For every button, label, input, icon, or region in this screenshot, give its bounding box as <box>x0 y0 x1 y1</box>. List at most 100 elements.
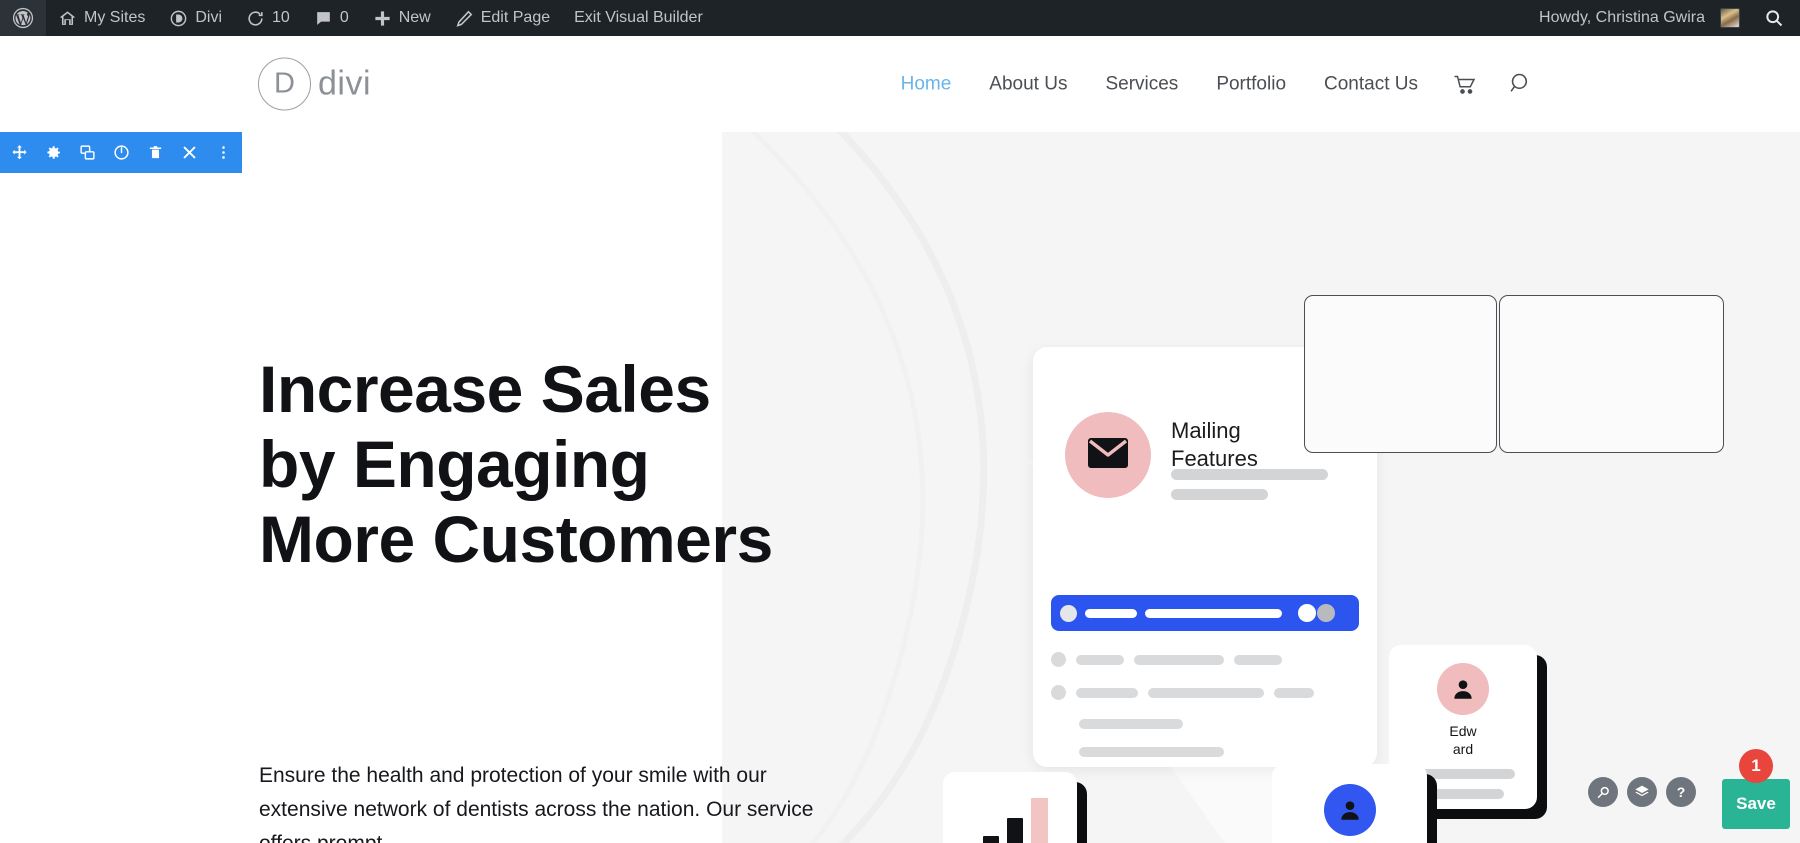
page-canvas: Mailing Features Edw ard Increase Sales … <box>0 132 1800 843</box>
row-segment <box>1079 719 1183 729</box>
divi-icon <box>169 9 188 28</box>
envelope-icon <box>1088 437 1128 473</box>
skeleton-line <box>1171 469 1328 480</box>
person-name: Edw ard <box>1389 723 1537 758</box>
nav-item-home[interactable]: Home <box>882 73 971 95</box>
howdy-label: Howdy, Christina Gwira <box>1539 9 1705 26</box>
nav-item-portfolio[interactable]: Portfolio <box>1197 73 1305 95</box>
adminbar-item-updates[interactable]: 10 <box>234 0 302 36</box>
chart-bar <box>1031 798 1048 843</box>
person-avatar <box>1437 663 1489 715</box>
adminbar-item-exit-visual-builder[interactable]: Exit Visual Builder <box>562 0 715 36</box>
power-icon <box>113 145 129 160</box>
duplicate-button[interactable] <box>70 132 104 173</box>
row-segment <box>1234 654 1282 665</box>
empty-module-placeholder[interactable] <box>1304 295 1497 453</box>
updates-icon <box>246 9 265 28</box>
layers-view-button[interactable] <box>1627 777 1657 807</box>
unsaved-changes-badge: 1 <box>1739 749 1773 783</box>
adminbar-label: Edit Page <box>480 9 551 26</box>
adminbar-item-comments[interactable]: 0 <box>302 0 361 36</box>
person-icon <box>1454 680 1472 699</box>
page-title: Increase Sales by Engaging More Customer… <box>259 352 879 578</box>
adminbar-label: My Sites <box>84 9 146 26</box>
person-name-line2: ard <box>1452 740 1474 757</box>
search-icon[interactable] <box>1493 72 1550 97</box>
adminbar-item-edit-page[interactable]: Edit Page <box>443 0 562 36</box>
list-row <box>1051 685 1314 700</box>
chart-bar <box>1007 818 1023 843</box>
page-subtitle: Ensure the health and protection of your… <box>259 764 814 843</box>
site-header: D divi Home About Us Services Portfolio … <box>0 36 1800 132</box>
adminbar-search-button[interactable] <box>1752 0 1800 36</box>
adminbar-label: 0 <box>339 9 349 26</box>
adminbar-item-new[interactable]: New <box>361 0 443 36</box>
avatar <box>1720 8 1740 28</box>
bar-chart <box>959 798 1048 843</box>
bar-chart-card <box>943 772 1077 843</box>
section-selection-toolbar <box>0 132 242 173</box>
close-button[interactable] <box>172 132 206 173</box>
site-logo[interactable]: D divi <box>258 57 371 111</box>
close-x-icon <box>183 146 195 159</box>
row-segment <box>1134 654 1224 665</box>
builder-utility-buttons: ? <box>1588 777 1696 807</box>
row-segment <box>1079 747 1224 757</box>
empty-module-placeholder[interactable] <box>1499 295 1724 453</box>
move-handle[interactable] <box>2 132 36 173</box>
nav-item-about-us[interactable]: About Us <box>970 73 1086 95</box>
list-row <box>1079 747 1224 757</box>
row-pill <box>1085 608 1137 618</box>
list-row <box>1051 652 1282 667</box>
row-toggle-light <box>1298 604 1316 622</box>
shopping-cart-icon[interactable] <box>1437 72 1493 96</box>
wordpress-logo-icon <box>12 7 34 29</box>
row-segment <box>1076 687 1138 698</box>
person-icon <box>1340 801 1359 820</box>
highlighted-row <box>1051 595 1359 631</box>
help-button[interactable]: ? <box>1666 777 1696 807</box>
empty-module-row <box>1304 295 1724 453</box>
nav-item-services[interactable]: Services <box>1086 73 1197 95</box>
disable-button[interactable] <box>104 132 138 173</box>
adminbar-right-group: Howdy, Christina Gwira <box>1527 0 1800 36</box>
primary-navigation: Home About Us Services Portfolio Contact… <box>882 72 1550 97</box>
visual-builder-screen: My Sites Divi 10 0 New Edit Page Exit Vi… <box>0 0 1800 843</box>
adminbar-item-divi[interactable]: Divi <box>157 0 234 36</box>
search-modules-button[interactable] <box>1588 777 1618 807</box>
search-icon <box>1764 8 1784 28</box>
row-pill <box>1145 608 1282 618</box>
divi-logo-mark: D <box>258 57 311 111</box>
settings-button[interactable] <box>36 132 70 173</box>
skeleton-line <box>1171 489 1268 500</box>
row-segment <box>1076 654 1124 665</box>
pencil-icon <box>455 9 474 28</box>
mail-card-title: Mailing Features <box>1171 417 1258 472</box>
gear-icon <box>46 146 60 159</box>
question-mark-icon: ? <box>1676 784 1686 800</box>
person-card-martha: Martha <box>1272 764 1427 843</box>
wp-admin-bar: My Sites Divi 10 0 New Edit Page Exit Vi… <box>0 0 1800 36</box>
wordpress-logo-button[interactable] <box>0 0 46 36</box>
person-avatar <box>1323 784 1376 836</box>
page-title-line1: Increase Sales <box>259 352 711 426</box>
delete-button[interactable] <box>138 132 172 173</box>
trash-icon <box>149 146 161 159</box>
layers-icon <box>1635 785 1649 797</box>
more-button[interactable] <box>206 132 240 173</box>
adminbar-label: Divi <box>195 9 223 26</box>
page-title-line2: by Engaging <box>259 427 650 502</box>
page-title-line3: More Customers <box>259 502 773 577</box>
envelope-badge <box>1065 412 1151 498</box>
adminbar-item-my-sites[interactable]: My Sites <box>46 0 157 36</box>
row-avatar <box>1060 604 1077 622</box>
nav-item-contact-us[interactable]: Contact Us <box>1305 73 1437 95</box>
mail-card-title-line1: Mailing <box>1171 418 1241 443</box>
row-toggle-dark <box>1317 604 1335 622</box>
save-button[interactable]: Save <box>1722 779 1790 829</box>
plus-icon <box>373 9 392 28</box>
chart-bar <box>983 836 999 843</box>
move-arrows-icon <box>11 145 27 160</box>
account-menu[interactable]: Howdy, Christina Gwira <box>1527 0 1752 36</box>
row-bullet <box>1051 652 1066 667</box>
